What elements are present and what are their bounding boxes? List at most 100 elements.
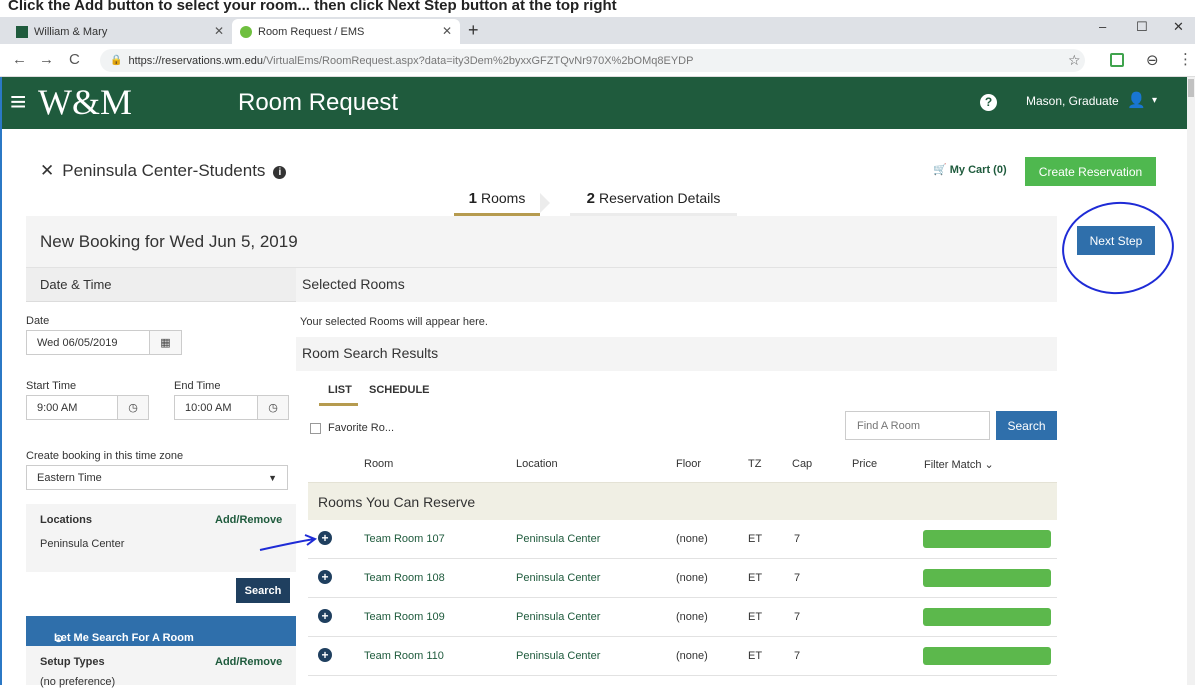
add-room-icon[interactable]: + bbox=[318, 648, 332, 662]
page-title: Room Request bbox=[238, 89, 399, 116]
date-input[interactable]: Wed 06/05/2019 bbox=[26, 330, 150, 355]
url-field[interactable]: 🔒 https://reservations.wm.edu/VirtualEms… bbox=[100, 49, 1085, 72]
let-me-search-label: Let Me Search For A Room bbox=[54, 632, 194, 644]
filter-match-bar bbox=[923, 530, 1051, 548]
setup-add-remove-link[interactable]: Add/Remove bbox=[215, 656, 282, 668]
table-row: + Team Room 109 Peninsula Center (none) ET 7 bbox=[308, 598, 1057, 637]
forward-button[interactable]: → bbox=[39, 51, 54, 68]
timezone-value: Eastern Time bbox=[37, 471, 102, 484]
start-time-label: Start Time bbox=[26, 380, 77, 392]
col-room[interactable]: Room bbox=[364, 458, 393, 470]
new-tab-button[interactable]: + bbox=[468, 20, 479, 41]
info-icon[interactable]: i bbox=[273, 166, 287, 179]
location-link[interactable]: Peninsula Center bbox=[516, 650, 600, 662]
cart-icon: 🛒 bbox=[933, 164, 947, 176]
location-link[interactable]: Peninsula Center bbox=[516, 572, 600, 584]
end-clock-icon[interactable]: ◷ bbox=[257, 395, 289, 420]
room-name-link[interactable]: Team Room 108 bbox=[364, 572, 445, 584]
floor-value: (none) bbox=[676, 533, 708, 545]
my-cart-link[interactable]: 🛒 My Cart (0) bbox=[933, 163, 1007, 176]
tab-label: Room Request / EMS bbox=[258, 25, 365, 38]
start-clock-icon[interactable]: ◷ bbox=[117, 395, 149, 420]
browser-tab-room-request[interactable]: Room Request / EMS ✕ bbox=[232, 19, 460, 44]
table-row: + Team Room 110 Peninsula Center (none) ET 7 bbox=[308, 637, 1057, 676]
tab-list[interactable]: LIST bbox=[328, 384, 352, 396]
room-name-link[interactable]: Team Room 110 bbox=[364, 650, 444, 662]
locations-label: Locations bbox=[40, 514, 92, 526]
extension-icon[interactable] bbox=[1110, 53, 1124, 67]
page-scrollbar[interactable] bbox=[1187, 77, 1195, 685]
start-time-input[interactable]: 9:00 AM bbox=[26, 395, 118, 420]
col-tz[interactable]: TZ bbox=[748, 458, 761, 470]
end-time-input[interactable]: 10:00 AM bbox=[174, 395, 258, 420]
left-search-button[interactable]: Search bbox=[236, 578, 290, 603]
close-window-button[interactable]: ✕ bbox=[1173, 19, 1184, 35]
locations-add-remove-link[interactable]: Add/Remove bbox=[215, 514, 282, 526]
lock-icon: 🔒 bbox=[110, 55, 123, 66]
search-results-heading: Room Search Results bbox=[302, 345, 439, 361]
group-title: Rooms You Can Reserve bbox=[318, 494, 476, 510]
back-button[interactable]: ← bbox=[12, 51, 27, 68]
let-me-search-toggle[interactable]: ⊙ Let Me Search For A Room bbox=[26, 616, 296, 646]
col-location[interactable]: Location bbox=[516, 458, 558, 470]
wm-logo[interactable]: W&M bbox=[38, 83, 132, 121]
tz-value: ET bbox=[748, 611, 763, 623]
active-tab-indicator bbox=[319, 403, 358, 406]
step-reservation-details[interactable]: 2 Reservation Details bbox=[570, 190, 737, 216]
end-time-label: End Time bbox=[174, 380, 221, 392]
step-label: Rooms bbox=[480, 190, 526, 206]
close-tab-icon[interactable]: ✕ bbox=[442, 24, 452, 38]
close-template-icon[interactable]: ✕ bbox=[40, 161, 54, 180]
favorite-rooms-checkbox[interactable] bbox=[310, 423, 321, 434]
location-link[interactable]: Peninsula Center bbox=[516, 611, 600, 623]
chevron-down-icon: ⌄ bbox=[984, 459, 994, 471]
add-room-icon[interactable]: + bbox=[318, 570, 332, 584]
floor-value: (none) bbox=[676, 611, 708, 623]
browser-tab-wm[interactable]: William & Mary ✕ bbox=[8, 19, 232, 44]
step-rooms[interactable]: 1 Rooms bbox=[454, 190, 540, 216]
profile-icon[interactable]: ⊖ bbox=[1146, 51, 1159, 69]
col-cap[interactable]: Cap bbox=[792, 458, 812, 470]
help-icon[interactable]: ? bbox=[980, 94, 997, 111]
table-row: + Team Room 108 Peninsula Center (none) ET 7 bbox=[308, 559, 1057, 598]
minimize-button[interactable]: – bbox=[1099, 19, 1106, 34]
cart-label: My Cart (0) bbox=[949, 164, 1007, 176]
user-name[interactable]: Mason, Graduate bbox=[1026, 94, 1119, 108]
date-time-header: Date & Time bbox=[26, 268, 296, 302]
room-search-button[interactable]: Search bbox=[996, 411, 1057, 440]
cap-value: 7 bbox=[794, 533, 801, 545]
chevron-down-icon[interactable]: ▾ bbox=[1152, 95, 1157, 106]
col-price[interactable]: Price bbox=[852, 458, 877, 470]
bookmark-star-icon[interactable]: ☆ bbox=[1068, 52, 1081, 69]
room-name-link[interactable]: Team Room 107 bbox=[364, 533, 445, 545]
instruction-text: Click the Add button to select your room… bbox=[8, 0, 617, 14]
browser-tab-strip: William & Mary ✕ Room Request / EMS ✕ + … bbox=[0, 17, 1195, 44]
locations-value: Peninsula Center bbox=[40, 538, 125, 550]
timezone-select[interactable]: Eastern Time ▼ bbox=[26, 465, 288, 490]
create-reservation-button[interactable]: Create Reservation bbox=[1025, 157, 1156, 186]
maximize-button[interactable]: ☐ bbox=[1136, 19, 1148, 35]
browser-menu-icon[interactable]: ⋮ bbox=[1178, 50, 1193, 68]
setup-types-label: Setup Types bbox=[40, 656, 105, 668]
room-name-link[interactable]: Team Room 109 bbox=[364, 611, 445, 623]
template-title: ✕ Peninsula Center-Students i bbox=[40, 161, 287, 181]
annotation-arrow bbox=[259, 534, 318, 551]
col-filter-match[interactable]: Filter Match ⌄ bbox=[924, 458, 994, 471]
tab-schedule[interactable]: SCHEDULE bbox=[369, 384, 430, 396]
user-icon[interactable]: 👤 bbox=[1127, 91, 1146, 109]
end-time-value: 10:00 AM bbox=[185, 401, 232, 414]
col-floor[interactable]: Floor bbox=[676, 458, 701, 470]
close-tab-icon[interactable]: ✕ bbox=[214, 24, 224, 38]
add-room-icon[interactable]: + bbox=[318, 531, 332, 545]
location-link[interactable]: Peninsula Center bbox=[516, 533, 600, 545]
add-room-icon[interactable]: + bbox=[318, 609, 332, 623]
selected-rooms-empty: Your selected Rooms will appear here. bbox=[300, 316, 488, 328]
url-path: /VirtualEms/RoomRequest.aspx?data=ity3De… bbox=[262, 54, 694, 67]
scrollbar-thumb[interactable] bbox=[1188, 79, 1194, 97]
hamburger-menu-icon[interactable]: ≡ bbox=[10, 87, 26, 117]
ems-favicon-icon bbox=[240, 25, 252, 38]
reload-button[interactable]: C bbox=[69, 51, 80, 68]
group-header: Rooms You Can Reserve bbox=[308, 482, 1057, 520]
calendar-icon[interactable]: ▦ bbox=[149, 330, 182, 355]
find-room-input[interactable] bbox=[845, 411, 990, 440]
